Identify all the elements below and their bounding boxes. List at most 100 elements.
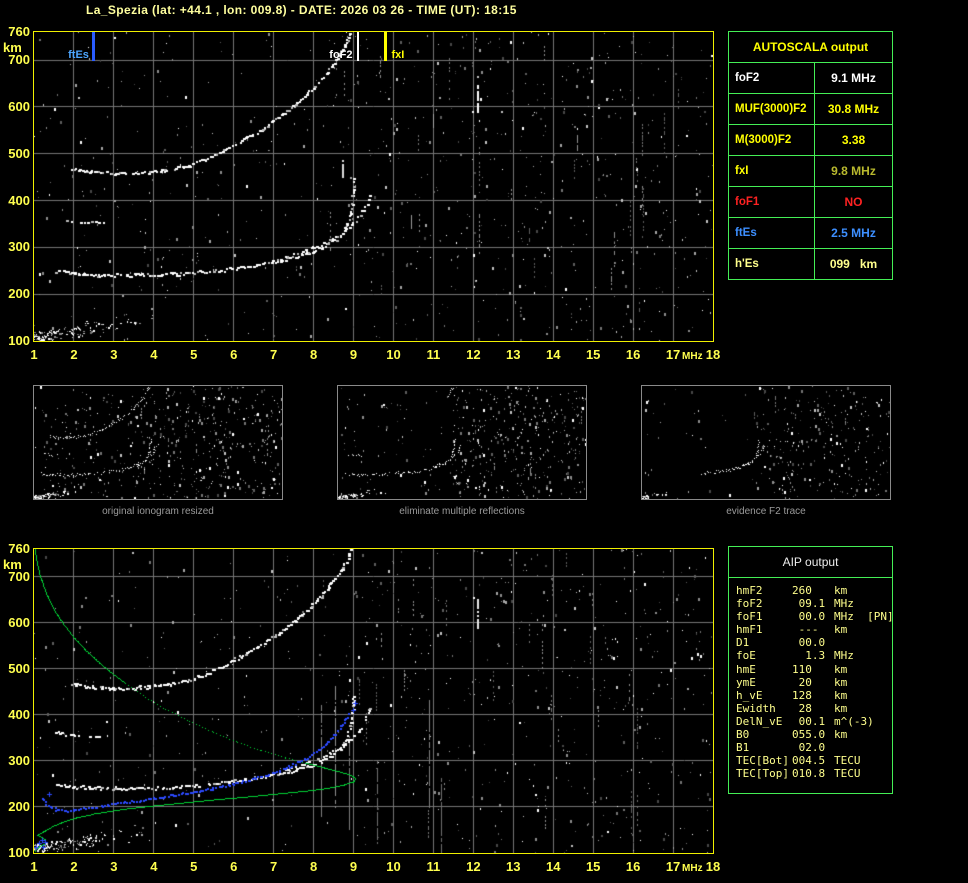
parameter-label: D1 — [736, 636, 750, 650]
parameter-unit — [834, 741, 892, 754]
x-tick-label: 3 — [110, 859, 118, 874]
x-axis-unit-label: MHz — [682, 351, 703, 362]
parameter-unit: km — [834, 662, 848, 676]
table-row: hmE 110 km — [736, 663, 892, 676]
y-tick-label: 200 — [8, 798, 30, 814]
x-tick-label: 13 — [506, 347, 521, 362]
x-tick-label: 5 — [190, 859, 198, 874]
x-tick-label: 14 — [546, 347, 561, 362]
autoscala-output-table: AUTOSCALA output foF2 9.1 MHz MUF(3000)F2 3… — [728, 31, 893, 280]
y-tick-label: 400 — [8, 706, 30, 722]
y-tick-label: 600 — [8, 614, 30, 630]
parameter-value: 260 — [792, 584, 812, 597]
ionogram-plot-frame — [33, 31, 714, 342]
parameter-label: h_vE — [736, 688, 763, 702]
parameter-value: 3.38 — [814, 125, 892, 155]
aip-output-table: AIP output hmF2 260 km foF2 09.1 MHz foF1 00.… — [728, 546, 894, 794]
parameter-value: 055.0 — [792, 728, 826, 742]
parameter-value: 9.1 MHz — [814, 63, 892, 93]
x-axis-unit-label: MHz — [682, 863, 703, 874]
x-tick-label: 7 — [270, 347, 278, 362]
y-tick-label: 600 — [8, 98, 30, 114]
x-tick-label: 4 — [150, 347, 158, 362]
parameter-label: ymE — [736, 675, 756, 689]
parameter-label: foF2 — [735, 72, 760, 84]
parameter-value: 099 km — [814, 249, 892, 279]
table-row: ymE 20 km — [736, 676, 892, 689]
fxi-marker-label: fxI — [391, 49, 405, 61]
parameter-value: NO — [814, 187, 892, 217]
parameter-value: 00.0 — [792, 636, 826, 650]
x-tick-label: 8 — [309, 347, 318, 362]
x-tick-label: 4 — [150, 859, 158, 874]
x-tick-label: 16 — [625, 859, 641, 874]
x-tick-label: 1 — [30, 859, 38, 874]
y-tick-label: 100 — [8, 333, 30, 348]
parameter-label: MUF(3000)F2 — [735, 103, 807, 115]
parameter-value: 30.8 MHz — [814, 94, 892, 124]
x-tick-label: 5 — [190, 347, 198, 362]
parameter-value: 00.1 — [792, 714, 826, 728]
x-tick-label: 13 — [506, 859, 521, 874]
y-axis-unit-label: km — [3, 40, 22, 55]
table-row: DelN_vE 00.1 m^(-3) — [736, 715, 892, 728]
parameter-unit: km — [834, 623, 848, 637]
table-row: B1 02.0 — [736, 741, 892, 754]
x-tick-label: 15 — [585, 347, 601, 362]
parameter-value: 09.1 — [792, 597, 826, 611]
parameter-label: foF1 — [735, 196, 760, 208]
fof2-marker-label: foF2 — [329, 49, 353, 61]
parameter-label: foF1 — [736, 610, 763, 624]
thumbnail-eliminate-canvas — [338, 386, 586, 499]
x-tick-label: 11 — [426, 347, 441, 362]
station-date-title: La_Spezia (lat: +44.1 , lon: 009.8) - DA… — [86, 3, 517, 17]
x-tick-label: 7 — [270, 859, 278, 874]
parameter-value: 00.0 — [792, 610, 826, 624]
y-tick-label: 200 — [8, 286, 30, 302]
x-tick-label: 16 — [625, 347, 641, 362]
table-row: h'Es 099 km — [729, 248, 892, 279]
table-row: ftEs 2.5 MHz — [729, 217, 892, 248]
parameter-value: 02.0 — [792, 741, 826, 755]
autoscala-table-header: AUTOSCALA output — [752, 40, 869, 54]
x-tick-label: 2 — [70, 347, 78, 362]
parameter-value: --- — [792, 623, 819, 637]
parameter-value: 20 — [792, 675, 812, 689]
ftes-marker-label: ftEs — [68, 49, 89, 61]
parameter-label: hmE — [736, 662, 756, 676]
x-tick-label: 18 — [705, 859, 721, 874]
parameter-unit: TECU — [834, 767, 861, 781]
x-tick-label: 10 — [386, 859, 401, 874]
parameter-label: hmF1 — [736, 623, 763, 637]
parameter-value: 28 — [792, 701, 812, 715]
table-row: TEC[Top] 010.8 TECU — [736, 767, 892, 780]
x-tick-label: 6 — [230, 347, 238, 362]
table-row: foF1 NO — [729, 186, 892, 217]
y-tick-label: 300 — [8, 752, 30, 768]
parameter-label: fxI — [735, 165, 749, 177]
table-row: MUF(3000)F2 30.8 MHz — [729, 93, 892, 124]
parameter-value: 1.3 — [792, 649, 826, 663]
fxi-marker-line — [383, 32, 387, 61]
x-tick-label: 12 — [466, 347, 481, 362]
parameter-unit: MHz — [834, 597, 854, 611]
parameter-label: h'Es — [735, 258, 759, 270]
table-row: hmF1 --- km — [736, 623, 892, 636]
table-row: foF2 09.1 MHz — [736, 597, 892, 610]
parameter-value: 004.5 — [792, 754, 826, 768]
y-tick-label: 500 — [8, 145, 30, 161]
parameter-label: TEC[Bot] — [736, 754, 789, 768]
parameter-label: B0 — [736, 728, 750, 742]
parameter-label: ftEs — [735, 227, 757, 239]
parameter-value: 128 — [792, 688, 812, 702]
x-tick-label: 8 — [309, 859, 318, 874]
thumbnail-caption-evidence: evidence F2 trace — [726, 506, 806, 517]
y-tick-label: 100 — [8, 845, 30, 860]
y-tick-label: 300 — [8, 239, 30, 255]
parameter-unit: TECU — [834, 754, 861, 768]
y-tick-label: 760 — [8, 541, 30, 556]
fof2-marker-line — [356, 32, 359, 61]
x-tick-label: 14 — [546, 859, 561, 874]
parameter-unit: MHz — [834, 649, 854, 663]
x-tick-label: 9 — [349, 859, 358, 874]
